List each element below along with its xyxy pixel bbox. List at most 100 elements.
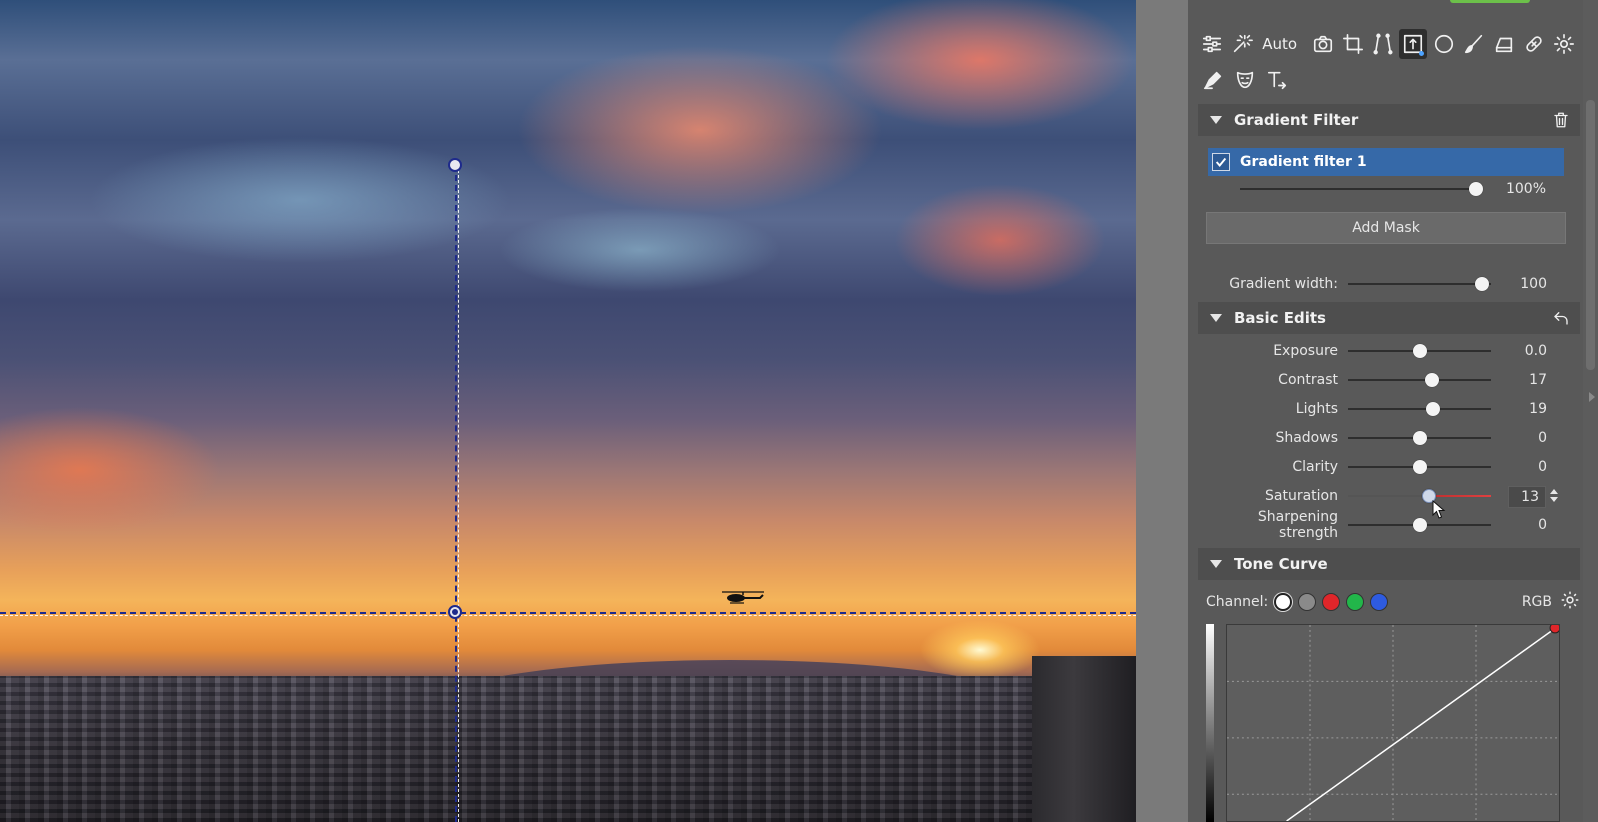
tone-curve-graph[interactable] bbox=[1226, 624, 1560, 822]
mask-face-icon[interactable] bbox=[1230, 65, 1260, 95]
gradient-filter-icon[interactable] bbox=[1399, 29, 1428, 59]
gradient-center-handle[interactable] bbox=[448, 605, 462, 619]
slider-row-contrast: Contrast 17 bbox=[1198, 366, 1580, 394]
gradient-layer-row[interactable]: Gradient filter 1 bbox=[1208, 148, 1564, 176]
channel-rgb-button[interactable] bbox=[1274, 593, 1293, 611]
city-skyline bbox=[0, 676, 1136, 822]
layer-visibility-checkbox[interactable] bbox=[1212, 153, 1230, 171]
slider-label: Clarity bbox=[1292, 459, 1338, 475]
channel-red-button[interactable] bbox=[1322, 593, 1341, 611]
basic-edits-header[interactable]: Basic Edits bbox=[1198, 302, 1580, 334]
clarity-slider[interactable] bbox=[1348, 460, 1491, 474]
saturation-value-input[interactable]: 13 bbox=[1508, 486, 1546, 508]
slider-label: Contrast bbox=[1278, 372, 1338, 388]
slider-label: Exposure bbox=[1273, 343, 1338, 359]
add-mask-button[interactable]: Add Mask bbox=[1206, 212, 1566, 244]
slider-value: 17 bbox=[1529, 372, 1547, 388]
gradient-direction-line[interactable] bbox=[455, 165, 459, 822]
panel-expand-arrow-icon[interactable] bbox=[1589, 392, 1595, 402]
healing-icon[interactable] bbox=[1520, 29, 1548, 59]
brush-icon[interactable] bbox=[1460, 29, 1488, 59]
gradient-end-handle[interactable] bbox=[448, 158, 462, 172]
saturation-spinner[interactable] bbox=[1548, 486, 1560, 508]
curve-luminance-scale bbox=[1206, 624, 1214, 822]
gradient-filter-header[interactable]: Gradient Filter bbox=[1198, 104, 1580, 136]
saturation-slider[interactable] bbox=[1348, 489, 1491, 503]
app-window: Auto Gradient Filter Gradient filter 1 1… bbox=[0, 0, 1598, 822]
slider-knob[interactable] bbox=[1424, 373, 1439, 387]
camera-icon[interactable] bbox=[1309, 29, 1337, 59]
gradient-width-slider[interactable] bbox=[1348, 277, 1491, 291]
collapse-triangle-icon[interactable] bbox=[1210, 314, 1222, 322]
slider-row-clarity: Clarity 0 bbox=[1198, 453, 1580, 481]
gradient-center-line[interactable] bbox=[0, 612, 1186, 616]
scrollbar-thumb[interactable] bbox=[1586, 100, 1595, 370]
slider-label: Lights bbox=[1295, 401, 1338, 417]
channel-luminance-button[interactable] bbox=[1298, 593, 1317, 611]
mouse-cursor-icon bbox=[1432, 500, 1446, 519]
spinner-down-icon[interactable] bbox=[1550, 497, 1558, 502]
channel-selector: Channel: RGB bbox=[1206, 590, 1580, 614]
gradient-width-row: Gradient width: 100 bbox=[1198, 270, 1580, 298]
pen-icon[interactable] bbox=[1198, 65, 1228, 95]
opacity-value: 100% bbox=[1505, 181, 1546, 197]
curve-end-point[interactable] bbox=[1549, 624, 1560, 634]
saturation-input-value: 13 bbox=[1521, 489, 1539, 505]
gear-icon[interactable] bbox=[1550, 29, 1578, 59]
channel-blue-button[interactable] bbox=[1370, 593, 1389, 611]
layer-opacity-row: 100% bbox=[1240, 176, 1598, 202]
layer-name: Gradient filter 1 bbox=[1240, 154, 1367, 170]
crop-icon[interactable] bbox=[1339, 29, 1367, 59]
trash-icon[interactable] bbox=[1548, 107, 1574, 133]
panel-scrollbar[interactable] bbox=[1583, 0, 1598, 822]
opacity-slider[interactable] bbox=[1240, 182, 1483, 196]
foreground-building bbox=[1032, 656, 1136, 822]
gradient-width-value: 100 bbox=[1520, 276, 1547, 292]
slider-value: 19 bbox=[1529, 401, 1547, 417]
collapse-triangle-icon[interactable] bbox=[1210, 560, 1222, 568]
toolbar-row-1: Auto bbox=[1198, 26, 1578, 62]
gradient-width-knob[interactable] bbox=[1475, 277, 1490, 291]
slider-value: 0 bbox=[1538, 459, 1547, 475]
perspective-icon[interactable] bbox=[1369, 29, 1397, 59]
spinner-up-icon[interactable] bbox=[1550, 489, 1558, 494]
lights-slider[interactable] bbox=[1348, 402, 1491, 416]
adjustments-icon[interactable] bbox=[1198, 29, 1226, 59]
slider-value: 0 bbox=[1538, 430, 1547, 446]
sharpening-strength-slider[interactable] bbox=[1348, 518, 1491, 532]
gradient-width-label: Gradient width: bbox=[1229, 276, 1338, 292]
undo-icon[interactable] bbox=[1548, 305, 1574, 331]
slider-row-lights: Lights 19 bbox=[1198, 395, 1580, 423]
radial-filter-icon[interactable] bbox=[1429, 29, 1457, 59]
text-icon[interactable] bbox=[1262, 65, 1292, 95]
shadows-slider[interactable] bbox=[1348, 431, 1491, 445]
helicopter-silhouette bbox=[722, 591, 764, 604]
active-module-indicator bbox=[1450, 0, 1530, 3]
slider-label: Saturation bbox=[1265, 488, 1338, 504]
photo-canvas[interactable] bbox=[0, 0, 1136, 822]
exposure-slider[interactable] bbox=[1348, 344, 1491, 358]
slider-knob[interactable] bbox=[1412, 431, 1427, 445]
tone-curve-header[interactable]: Tone Curve bbox=[1198, 548, 1580, 580]
curve-settings-gear-icon[interactable] bbox=[1560, 590, 1580, 614]
toolbar-row-2 bbox=[1198, 62, 1578, 98]
contrast-slider[interactable] bbox=[1348, 373, 1491, 387]
channel-green-button[interactable] bbox=[1346, 593, 1365, 611]
collapse-triangle-icon[interactable] bbox=[1210, 116, 1222, 124]
tone-curve-title: Tone Curve bbox=[1234, 555, 1328, 573]
slider-knob[interactable] bbox=[1412, 460, 1427, 474]
slider-row-sharpening-strength: Sharpening strength 0 bbox=[1198, 509, 1580, 541]
slider-knob[interactable] bbox=[1426, 402, 1441, 416]
channel-label: Channel: bbox=[1206, 594, 1269, 610]
channel-mode-label: RGB bbox=[1521, 594, 1552, 610]
slider-label: Shadows bbox=[1275, 430, 1338, 446]
slider-row-exposure: Exposure 0.0 bbox=[1198, 337, 1580, 365]
eraser-icon[interactable] bbox=[1490, 29, 1518, 59]
gradient-filter-title: Gradient Filter bbox=[1234, 111, 1359, 129]
opacity-slider-knob[interactable] bbox=[1469, 182, 1483, 196]
panel-gutter bbox=[1136, 0, 1188, 822]
slider-knob[interactable] bbox=[1412, 344, 1427, 358]
magic-wand-icon[interactable] bbox=[1228, 29, 1256, 59]
slider-knob[interactable] bbox=[1412, 518, 1427, 532]
auto-button[interactable]: Auto bbox=[1262, 35, 1297, 53]
